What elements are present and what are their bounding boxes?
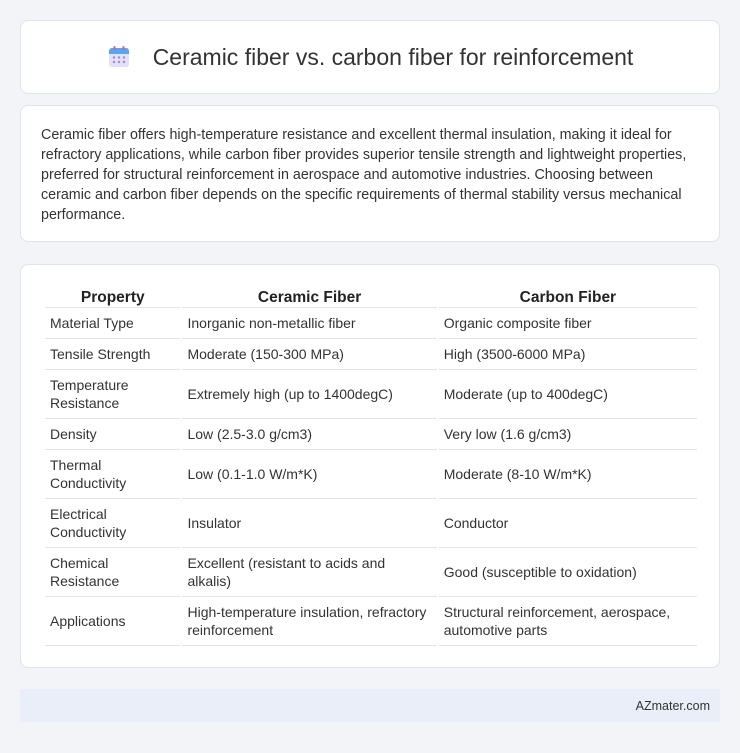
carbon-cell: Moderate (8-10 W/m*K) <box>438 450 697 499</box>
header-carbon-fiber: Carbon Fiber <box>438 287 697 308</box>
ceramic-cell: Insulator <box>182 499 437 548</box>
property-cell: Tensile Strength <box>45 339 181 370</box>
header-ceramic-fiber: Ceramic Fiber <box>182 287 437 308</box>
table-row: Applications High-temperature insulation… <box>45 597 697 646</box>
ceramic-cell: Excellent (resistant to acids and alkali… <box>182 548 437 597</box>
title-card: Ceramic fiber vs. carbon fiber for reinf… <box>20 20 720 94</box>
comparison-table: Property Ceramic Fiber Carbon Fiber Mate… <box>43 287 699 646</box>
carbon-cell: Good (susceptible to oxidation) <box>438 548 697 597</box>
carbon-cell: High (3500-6000 MPa) <box>438 339 697 370</box>
property-cell: Density <box>45 419 181 450</box>
carbon-cell: Moderate (up to 400degC) <box>438 370 697 419</box>
table-row: Density Low (2.5-3.0 g/cm3) Very low (1.… <box>45 419 697 450</box>
carbon-cell: Conductor <box>438 499 697 548</box>
header-property: Property <box>45 287 181 308</box>
carbon-cell: Structural reinforcement, aerospace, aut… <box>438 597 697 646</box>
ceramic-cell: Low (2.5-3.0 g/cm3) <box>182 419 437 450</box>
ceramic-cell: Inorganic non-metallic fiber <box>182 308 437 339</box>
table-row: Electrical Conductivity Insulator Conduc… <box>45 499 697 548</box>
property-cell: Temperature Resistance <box>45 370 181 419</box>
ceramic-cell: High-temperature insulation, refractory … <box>182 597 437 646</box>
property-cell: Material Type <box>45 308 181 339</box>
carbon-cell: Very low (1.6 g/cm3) <box>438 419 697 450</box>
description-text: Ceramic fiber offers high-temperature re… <box>41 127 687 223</box>
table-header-row: Property Ceramic Fiber Carbon Fiber <box>45 287 697 308</box>
description-card: Ceramic fiber offers high-temperature re… <box>20 105 720 242</box>
table-row: Thermal Conductivity Low (0.1-1.0 W/m*K)… <box>45 450 697 499</box>
property-cell: Chemical Resistance <box>45 548 181 597</box>
calendar-icon <box>108 46 129 67</box>
ceramic-cell: Moderate (150-300 MPa) <box>182 339 437 370</box>
property-cell: Thermal Conductivity <box>45 450 181 499</box>
carbon-cell: Organic composite fiber <box>438 308 697 339</box>
table-row: Temperature Resistance Extremely high (u… <box>45 370 697 419</box>
table-row: Material Type Inorganic non-metallic fib… <box>45 308 697 339</box>
page-title: Ceramic fiber vs. carbon fiber for reinf… <box>152 43 634 70</box>
property-cell: Applications <box>45 597 181 646</box>
comparison-table-card: Property Ceramic Fiber Carbon Fiber Mate… <box>20 264 720 668</box>
footer-brand: AZmater.com <box>635 698 710 713</box>
table-row: Chemical Resistance Excellent (resistant… <box>45 548 697 597</box>
ceramic-cell: Extremely high (up to 1400degC) <box>182 370 437 419</box>
table-row: Tensile Strength Moderate (150-300 MPa) … <box>45 339 697 370</box>
property-cell: Electrical Conductivity <box>45 499 181 548</box>
ceramic-cell: Low (0.1-1.0 W/m*K) <box>182 450 437 499</box>
footer: AZmater.com <box>20 689 720 722</box>
